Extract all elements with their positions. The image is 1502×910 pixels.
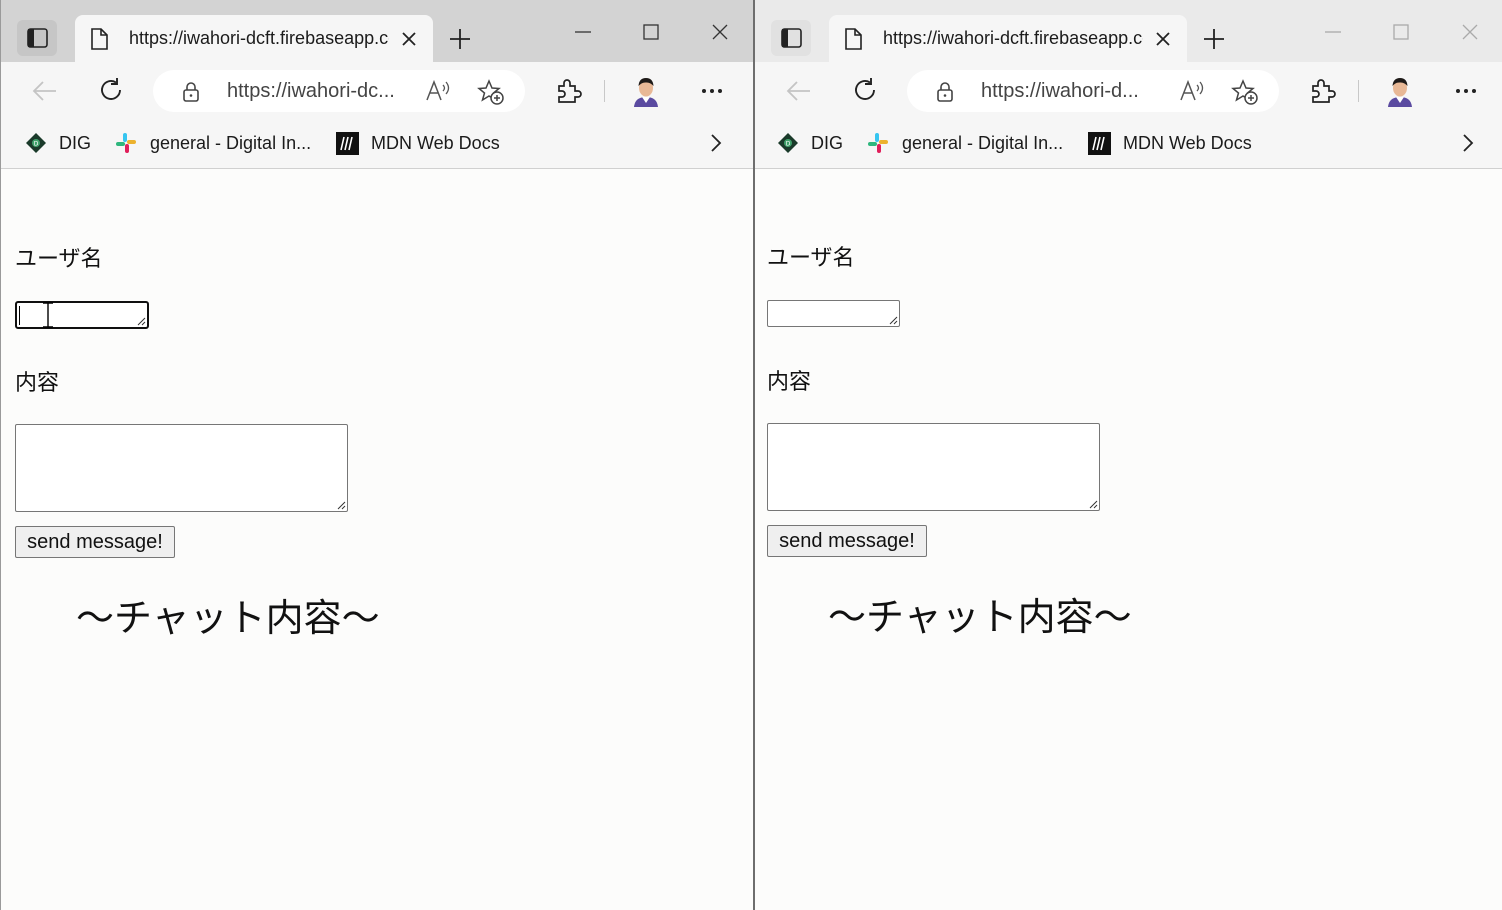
tab-actions-icon <box>27 28 48 48</box>
close-tab-icon[interactable] <box>1153 28 1173 50</box>
new-tab-icon[interactable] <box>447 26 473 52</box>
tab-actions-button[interactable] <box>17 20 57 56</box>
extensions-icon[interactable] <box>1308 77 1336 105</box>
send-message-button[interactable]: send message! <box>15 526 175 558</box>
tab-actions-button[interactable] <box>771 20 811 56</box>
chevron-right-icon[interactable] <box>1461 132 1475 154</box>
profile-avatar-icon[interactable] <box>631 75 661 107</box>
address-text: https://iwahori-d... <box>981 80 1139 102</box>
chevron-right-icon[interactable] <box>709 132 723 154</box>
page-content: ユーザ名 内容 send message! ～チャット内容～ <box>755 169 1502 910</box>
lock-icon <box>183 82 199 102</box>
back-arrow-icon[interactable] <box>785 78 813 104</box>
username-label: ユーザ名 <box>767 246 855 271</box>
favorite-slack-label: general - Digital In... <box>902 132 1064 153</box>
favorites-bar: D DIG general - Digital In... MDN Web Do… <box>755 120 1502 169</box>
tab-strip: https://iwahori-dcft.firebaseapp.com <box>755 0 1502 62</box>
minimize-icon[interactable] <box>1323 22 1343 42</box>
browser-tab[interactable]: https://iwahori-dcft.firebaseapp.com <box>829 15 1187 62</box>
favorite-slack-general[interactable]: general - Digital In... <box>114 130 311 156</box>
favorite-slack-label: general - Digital In... <box>150 132 312 153</box>
favorite-mdn[interactable]: MDN Web Docs <box>336 130 500 156</box>
send-message-button[interactable]: send message! <box>767 525 927 557</box>
browser-window-right: https://iwahori-dcft.firebaseapp.com htt… <box>755 0 1502 910</box>
content-label: 内容 <box>15 371 60 396</box>
mdn-icon <box>336 131 359 155</box>
dig-logo-icon: D <box>778 133 798 153</box>
address-text: https://iwahori-dc... <box>227 80 395 102</box>
page-icon <box>91 28 108 50</box>
toolbar-separator <box>604 80 605 102</box>
page-content: ユーザ名 内容 send message! ～チャット内容～ <box>1 169 753 910</box>
tab-strip: https://iwahori-dcft.firebaseapp.com <box>1 0 753 62</box>
slack-icon <box>868 133 888 153</box>
resize-grip-icon[interactable] <box>888 315 898 325</box>
content-textarea[interactable] <box>767 423 1100 511</box>
page-icon <box>845 28 862 50</box>
favorites-bar: D DIG general - Digital In... MDN Web Do… <box>1 120 753 169</box>
username-textarea[interactable] <box>15 301 149 329</box>
read-aloud-icon[interactable] <box>425 79 451 103</box>
favorite-dig[interactable]: D DIG <box>777 130 843 156</box>
read-aloud-icon[interactable] <box>1179 79 1205 103</box>
chat-title: ～チャット内容～ <box>76 596 380 640</box>
content-textarea[interactable] <box>15 424 348 512</box>
tab-title: https://iwahori-dcft.firebaseapp.com <box>883 28 1143 48</box>
minimize-icon[interactable] <box>573 22 593 42</box>
tab-actions-icon <box>781 28 802 48</box>
maximize-icon[interactable] <box>1392 22 1410 42</box>
tab-title: https://iwahori-dcft.firebaseapp.com <box>129 28 389 48</box>
favorite-slack-general[interactable]: general - Digital In... <box>866 130 1063 156</box>
more-options-icon[interactable] <box>1454 86 1478 96</box>
mdn-icon <box>1088 131 1111 155</box>
favorite-dig[interactable]: D DIG <box>25 130 91 156</box>
dig-logo-icon: D <box>26 133 46 153</box>
address-bar[interactable]: https://iwahori-d... <box>907 70 1279 112</box>
lock-icon <box>937 82 953 102</box>
favorite-mdn-label: MDN Web Docs <box>1123 132 1252 153</box>
favorite-dig-label: DIG <box>811 132 844 153</box>
close-window-icon[interactable] <box>1460 22 1480 42</box>
navigation-toolbar: https://iwahori-d... <box>755 62 1502 120</box>
favorite-dig-label: DIG <box>59 132 92 153</box>
favorite-mdn-label: MDN Web Docs <box>371 132 500 153</box>
extensions-icon[interactable] <box>554 77 582 105</box>
more-options-icon[interactable] <box>700 86 724 96</box>
favorite-mdn[interactable]: MDN Web Docs <box>1088 130 1252 156</box>
slack-icon <box>116 133 136 153</box>
text-cursor-icon <box>43 302 53 328</box>
navigation-toolbar: https://iwahori-dc... <box>1 62 753 120</box>
username-textarea[interactable] <box>767 300 900 327</box>
maximize-icon[interactable] <box>642 22 660 42</box>
resize-grip-icon[interactable] <box>336 500 346 510</box>
close-tab-icon[interactable] <box>399 28 419 50</box>
chat-title: ～チャット内容～ <box>828 595 1132 639</box>
add-favorite-icon[interactable] <box>477 78 505 106</box>
resize-grip-icon[interactable] <box>136 316 146 326</box>
browser-window-left: https://iwahori-dcft.firebaseapp.com htt… <box>0 0 753 910</box>
refresh-icon[interactable] <box>97 76 125 104</box>
username-label: ユーザ名 <box>15 247 103 272</box>
toolbar-separator <box>1358 80 1359 102</box>
svg-text:D: D <box>34 141 39 148</box>
add-favorite-icon[interactable] <box>1231 78 1259 106</box>
svg-text:D: D <box>786 141 791 148</box>
content-label: 内容 <box>767 370 812 395</box>
close-window-icon[interactable] <box>710 22 730 42</box>
resize-grip-icon[interactable] <box>1088 499 1098 509</box>
browser-tab[interactable]: https://iwahori-dcft.firebaseapp.com <box>75 15 433 62</box>
refresh-icon[interactable] <box>851 76 879 104</box>
back-arrow-icon[interactable] <box>31 78 59 104</box>
profile-avatar-icon[interactable] <box>1385 75 1415 107</box>
address-bar[interactable]: https://iwahori-dc... <box>153 70 525 112</box>
text-caret <box>19 306 20 325</box>
new-tab-icon[interactable] <box>1201 26 1227 52</box>
